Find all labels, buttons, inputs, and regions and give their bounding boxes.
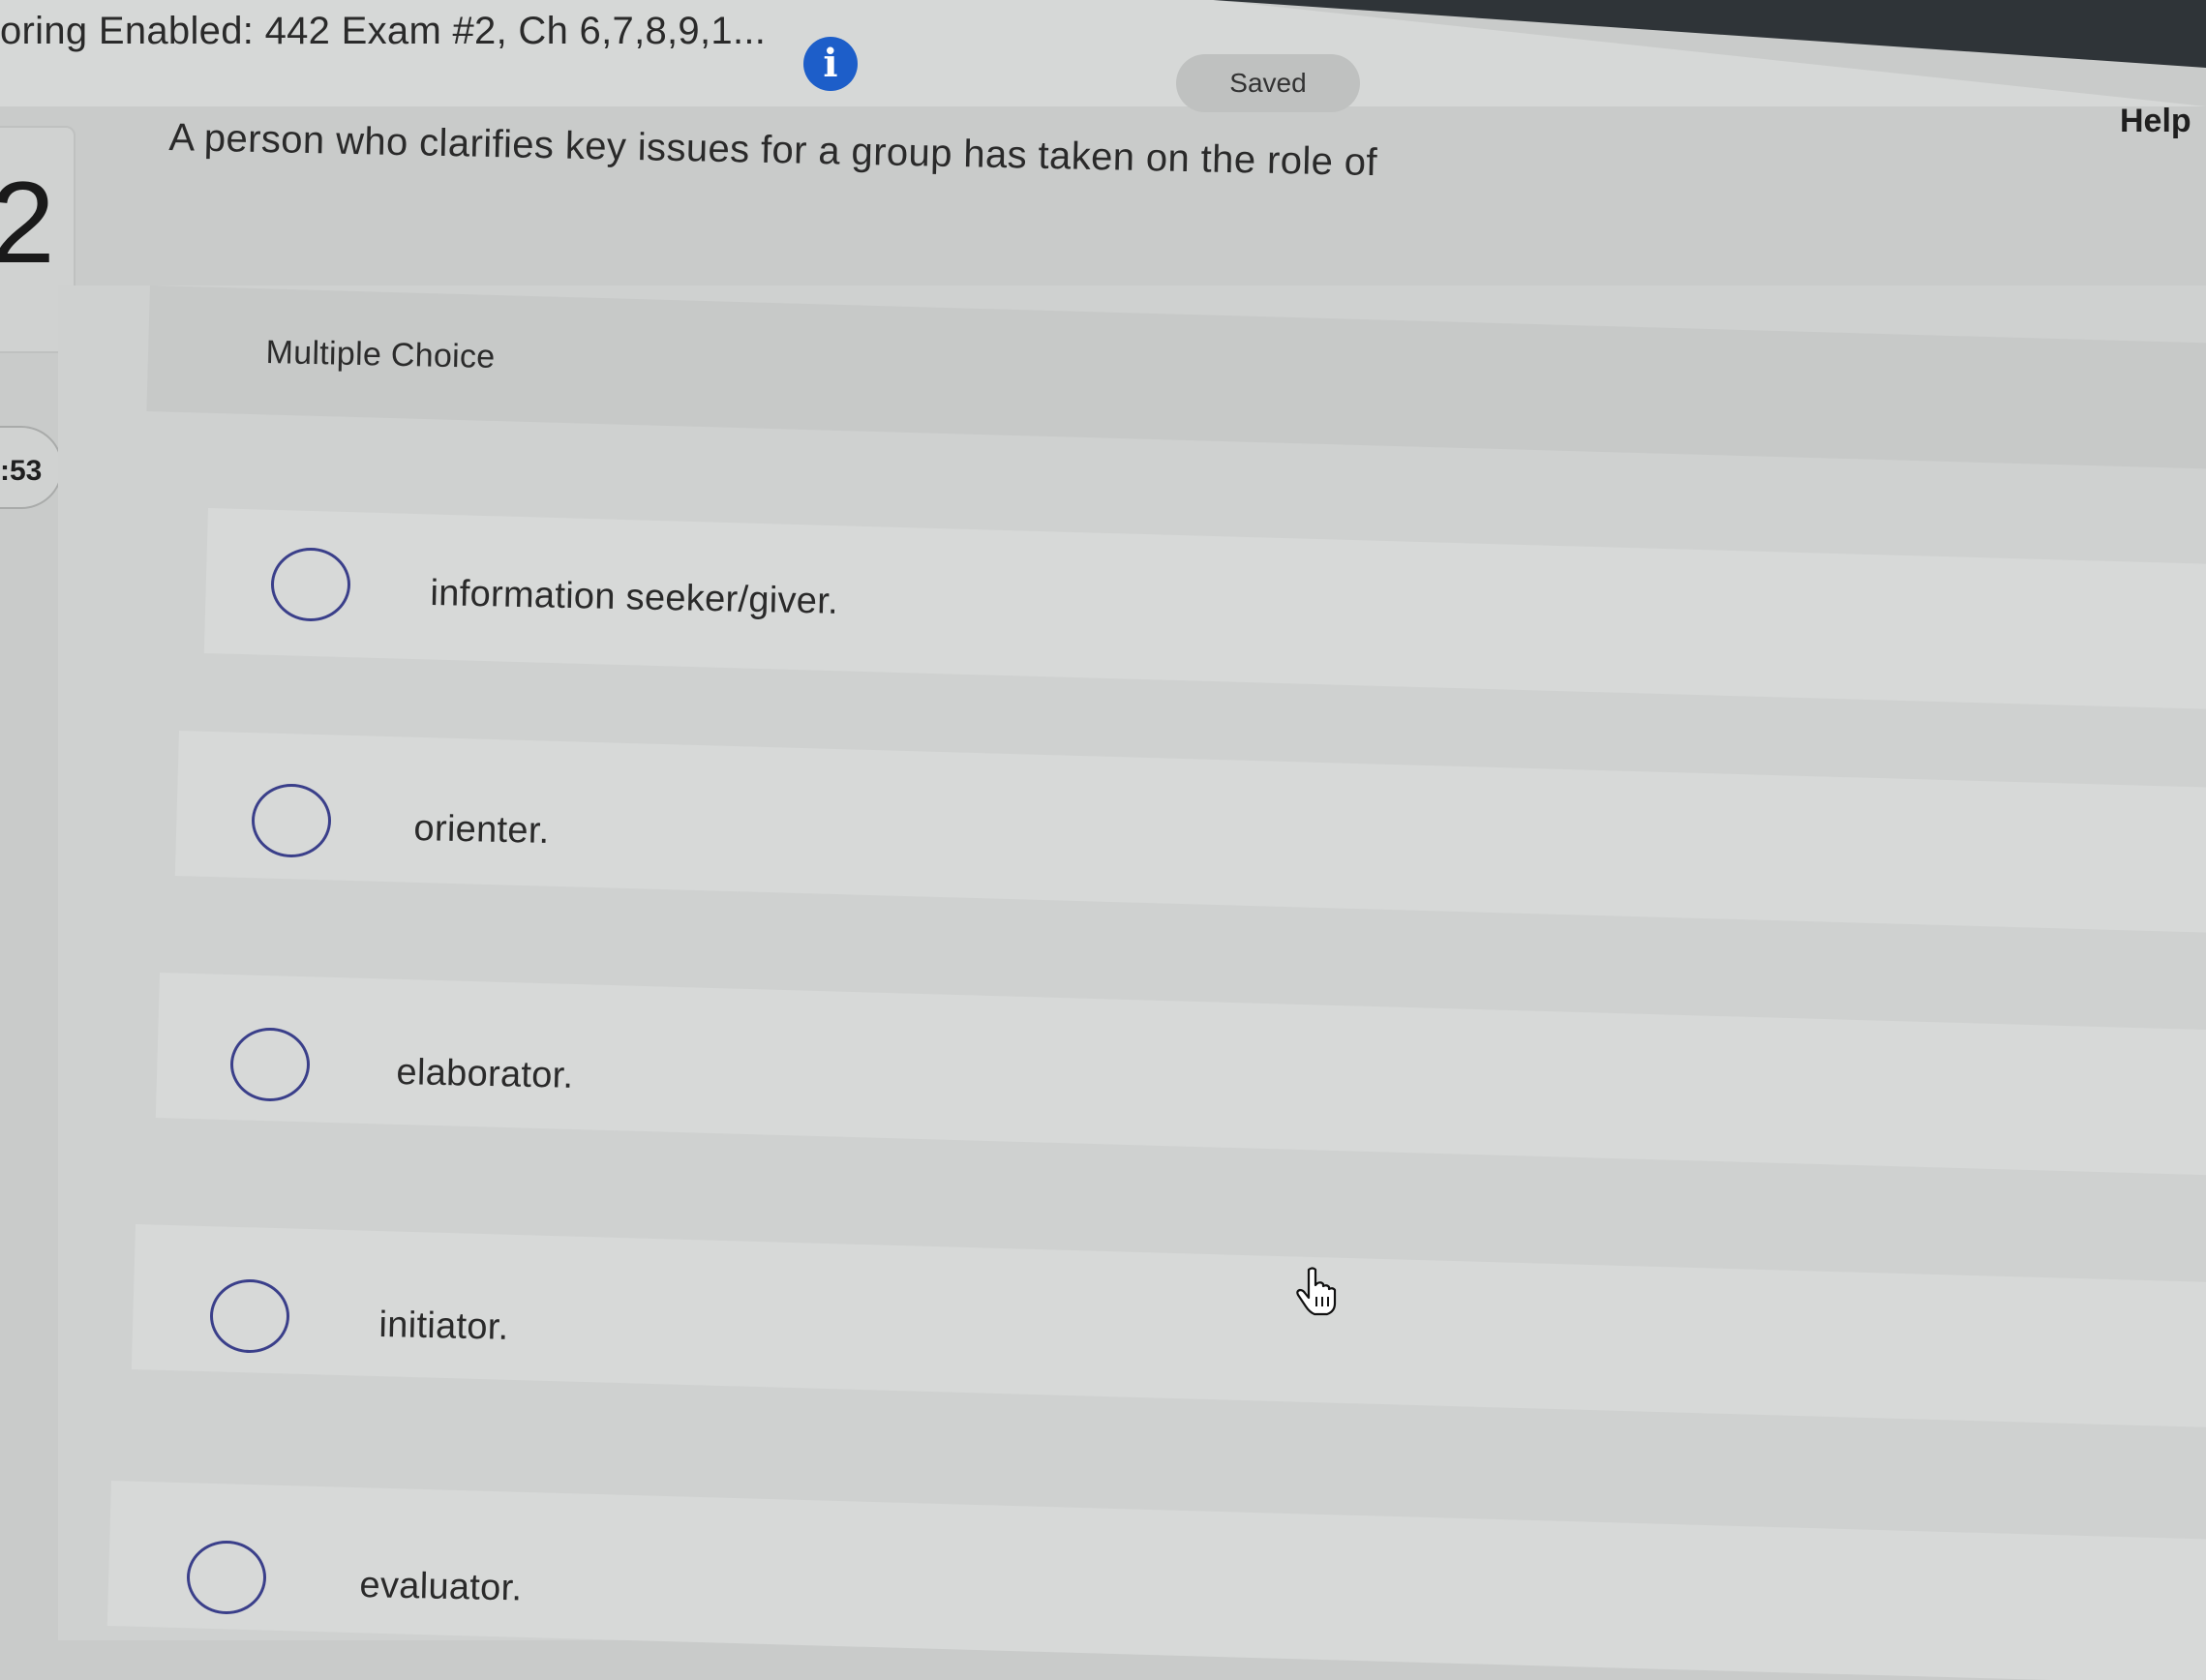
radio-button-2[interactable]	[252, 784, 331, 857]
option-label-2[interactable]: orienter.	[413, 808, 550, 853]
help-link[interactable]: Help	[2120, 103, 2191, 140]
question-type-label: Multiple Choice	[265, 334, 496, 375]
saved-status-badge: Saved	[1176, 54, 1360, 112]
radio-button-4[interactable]	[210, 1279, 289, 1353]
exam-title: oring Enabled: 442 Exam #2, Ch 6,7,8,9,1…	[0, 10, 767, 52]
radio-button-3[interactable]	[230, 1028, 310, 1101]
option-label-1[interactable]: information seeker/giver.	[430, 573, 838, 623]
option-label-3[interactable]: elaborator.	[396, 1052, 574, 1097]
question-number: 2	[0, 158, 55, 287]
screen: oring Enabled: 442 Exam #2, Ch 6,7,8,9,1…	[0, 0, 2206, 1680]
radio-button-1[interactable]	[271, 548, 350, 621]
answer-panel	[58, 285, 2206, 1640]
radio-button-5[interactable]	[187, 1541, 266, 1614]
timer-text: :53	[0, 455, 43, 487]
info-icon[interactable]: i	[803, 37, 858, 91]
option-label-4[interactable]: initiator.	[378, 1305, 509, 1349]
question-prompt: A person who clarifies key issues for a …	[168, 116, 1378, 185]
option-label-5[interactable]: evaluator.	[359, 1565, 523, 1610]
hand-pointer-icon	[1296, 1267, 1337, 1316]
